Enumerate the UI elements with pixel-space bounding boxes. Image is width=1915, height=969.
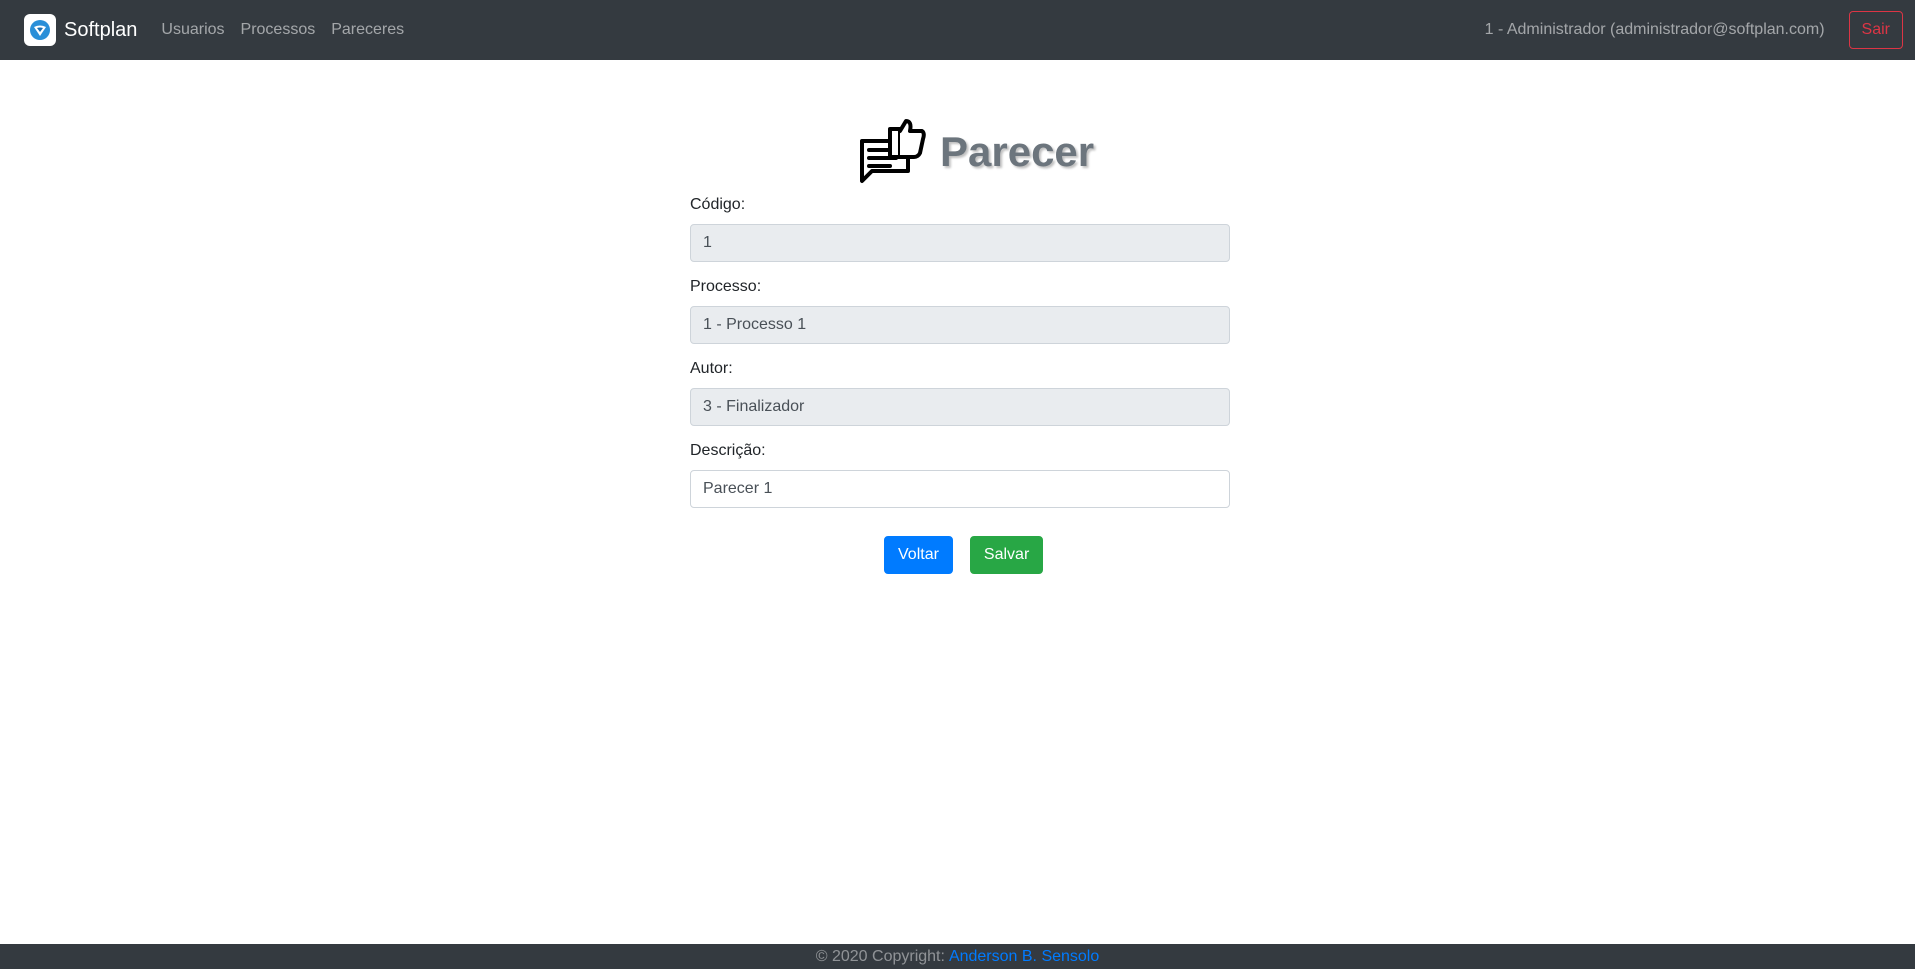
processo-input[interactable] — [690, 306, 1230, 344]
softplan-logo-icon — [24, 14, 56, 46]
thumbs-up-comment-icon — [858, 117, 928, 187]
save-button[interactable]: Salvar — [969, 536, 1044, 574]
descricao-field-group: Descrição: — [690, 440, 1230, 508]
brand-name: Softplan — [64, 18, 138, 41]
codigo-field-group: Código: — [690, 194, 1230, 262]
nav-links: Usuarios Processos Pareceres — [161, 21, 420, 39]
nav-link-usuarios[interactable]: Usuarios — [161, 21, 224, 39]
processo-field-group: Processo: — [690, 276, 1230, 344]
navbar: Softplan Usuarios Processos Pareceres 1 … — [0, 0, 1915, 60]
nav-link-processos[interactable]: Processos — [241, 21, 316, 39]
copyright-text: © 2020 Copyright: — [815, 947, 945, 965]
nav-right: 1 - Administrador (administrador@softpla… — [1485, 11, 1915, 49]
brand-link[interactable]: Softplan — [24, 14, 137, 46]
autor-input[interactable] — [690, 388, 1230, 426]
page-header: Parecer — [858, 116, 1094, 188]
parecer-form: Código: Processo: Autor: Descrição: — [690, 194, 1230, 522]
current-user: 1 - Administrador (administrador@softpla… — [1484, 21, 1825, 38]
autor-field-group: Autor: — [690, 358, 1230, 426]
descricao-input[interactable] — [690, 470, 1230, 508]
footer: © 2020 Copyright: Anderson B. Sensolo — [0, 944, 1915, 969]
logout-button[interactable]: Sair — [1848, 11, 1903, 49]
author-link[interactable]: Anderson B. Sensolo — [949, 948, 1099, 966]
descricao-label: Descrição: — [690, 442, 766, 459]
page-title: Parecer — [940, 128, 1095, 175]
form-actions: Voltar Salvar — [884, 536, 1044, 574]
back-button[interactable]: Voltar — [884, 536, 953, 574]
codigo-label: Código: — [690, 196, 746, 213]
codigo-input[interactable] — [690, 224, 1230, 262]
nav-link-pareceres[interactable]: Pareceres — [331, 21, 404, 39]
processo-label: Processo: — [690, 278, 762, 295]
autor-label: Autor: — [690, 360, 733, 377]
